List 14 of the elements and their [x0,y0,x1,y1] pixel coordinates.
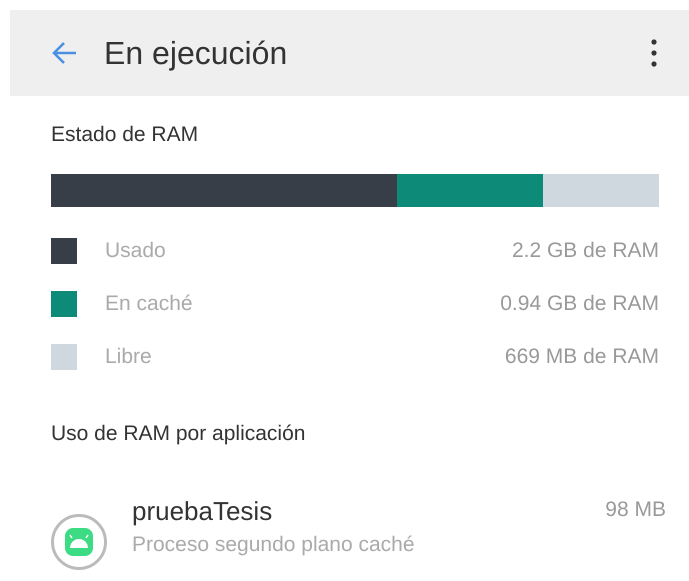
android-app-icon [51,514,107,570]
legend-label: En caché [105,292,194,316]
section-title: Estado de RAM [51,123,200,147]
legend-label: Libre [105,345,153,369]
section-title: Uso de RAM por aplicación [51,422,306,446]
legend-value: 0.94 GB de RAM [500,292,659,316]
legend-value: 669 MB de RAM [504,345,659,369]
app-name: pruebaTesis [132,496,272,527]
app-memory-size: 98 MB [605,498,666,523]
app-status: Proceso segundo plano caché [132,533,415,557]
page-title: En ejecución [104,34,288,72]
legend-value: 2.2 GB de RAM [512,239,659,263]
legend-label: Usado [105,239,167,263]
more-options-icon[interactable] [649,38,659,68]
